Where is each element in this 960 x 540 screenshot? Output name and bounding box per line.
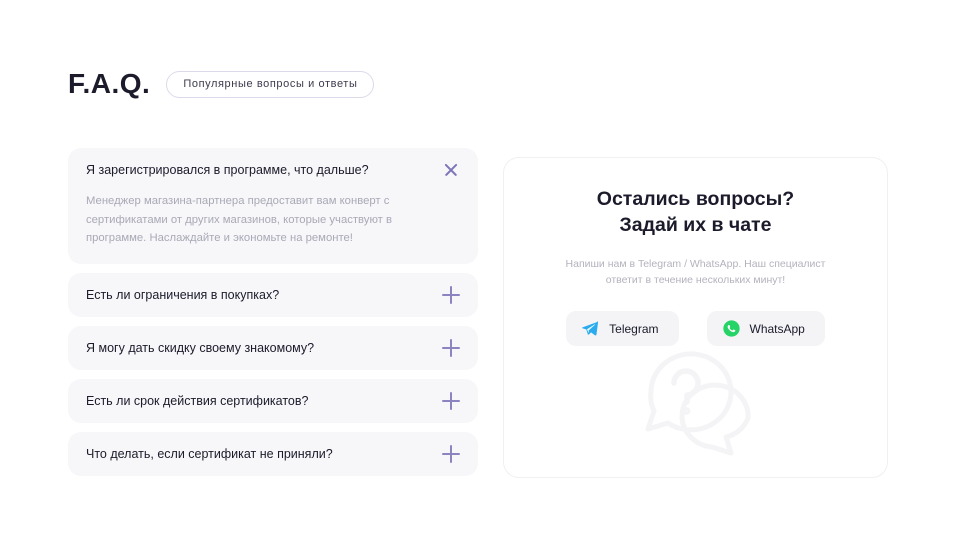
accordion-header[interactable]: Я зарегистрировался в программе, что дал… [86,148,460,192]
accordion-header[interactable]: Есть ли срок действия сертификатов? [86,379,460,423]
accordion-question: Что делать, если сертификат не приняли? [86,446,333,461]
accordion-item[interactable]: Я зарегистрировался в программе, что дал… [68,148,478,264]
chat-cta-title-line2: Задай их в чате [619,214,772,237]
accordion-header[interactable]: Есть ли ограничения в покупках? [86,273,460,317]
plus-icon[interactable] [442,444,460,463]
plus-icon-stroke [450,338,452,357]
faq-page: F.A.Q. Популярные вопросы и ответы Я зар… [0,0,960,540]
telegram-icon [582,321,599,336]
chat-cta-subtitle: Напиши нам в Telegram / WhatsApp. Наш сп… [565,257,826,287]
plus-icon[interactable] [442,285,460,304]
chat-cta-content: Остались вопросы? Задай их в чате Напиши… [504,158,887,347]
accordion-question: Есть ли срок действия сертификатов? [86,393,309,408]
page-title: F.A.Q. [68,68,151,99]
accordion-question: Есть ли ограничения в покупках? [86,287,280,302]
close-icon[interactable] [442,161,460,179]
whatsapp-button-label: WhatsApp [749,321,805,336]
plus-icon[interactable] [442,391,460,410]
chat-cta-title-line1: Остались вопросы? [596,188,795,210]
messenger-buttons: Telegram WhatsApp [504,311,887,347]
plus-icon-stroke [450,285,452,304]
accordion-question: Я могу дать скидку своему знакомому? [86,340,315,355]
question-speech-bubbles-icon [645,351,751,456]
accordion-item[interactable]: Есть ли ограничения в покупках? [68,272,478,317]
chat-cta-title: Остались вопросы? Задай их в чате [504,186,887,239]
subtitle-badge: Популярные вопросы и ответы [166,70,375,98]
accordion-item[interactable]: Что делать, если сертификат не приняли? [68,431,478,476]
page-header: F.A.Q. Популярные вопросы и ответы [68,68,375,99]
accordion-item[interactable]: Я могу дать скидку своему знакомому? [68,325,478,370]
accordion-answer: Менеджер магазина-партнера предоставит в… [86,195,392,245]
accordion-item[interactable]: Есть ли срок действия сертификатов? [68,378,478,423]
whatsapp-button[interactable]: WhatsApp [706,311,825,347]
telegram-button[interactable]: Telegram [566,311,679,347]
whatsapp-icon [722,320,740,337]
accordion-header[interactable]: Я могу дать скидку своему знакомому? [86,326,460,370]
telegram-button-label: Telegram [609,321,659,336]
plus-icon-stroke [450,391,452,410]
faq-accordion: Я зарегистрировался в программе, что дал… [68,148,478,476]
accordion-question: Я зарегистрировался в программе, что дал… [86,162,369,177]
plus-icon-stroke [450,444,452,463]
chat-cta-panel: Остались вопросы? Задай их в чате Напиши… [503,157,888,478]
plus-icon[interactable] [442,338,460,357]
accordion-header[interactable]: Что делать, если сертификат не приняли? [86,432,460,476]
